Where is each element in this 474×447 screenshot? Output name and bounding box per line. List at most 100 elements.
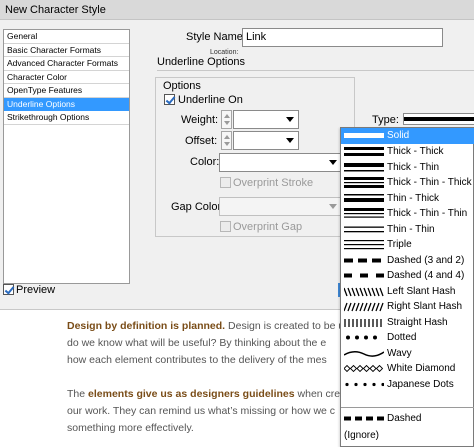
article-bold-text: elements give us as designers guidelines — [88, 388, 295, 400]
wavy-line-icon — [344, 350, 384, 357]
type-option-solid[interactable]: Solid — [341, 128, 474, 144]
left-slant-hash-icon — [344, 287, 384, 296]
type-option-dashed[interactable]: Dashed — [341, 411, 474, 427]
type-option-label: Thick - Thin — [387, 161, 440, 173]
category-item-strikethrough-options[interactable]: Strikethrough Options — [4, 111, 129, 125]
thin-thin-icon — [344, 226, 384, 232]
type-option-thick-thin[interactable]: Thick - Thin — [341, 160, 474, 176]
type-option-thin-thin[interactable]: Thin - Thin — [341, 222, 474, 238]
chevron-down-icon — [286, 117, 294, 122]
type-option-wavy[interactable]: Wavy — [341, 346, 474, 362]
category-item-advanced-character-formats[interactable]: Advanced Character Formats — [4, 57, 129, 71]
options-title: Options — [163, 80, 201, 92]
type-option-label: Thick - Thin - Thin — [387, 208, 468, 219]
underline-on-checkbox[interactable] — [164, 94, 175, 105]
article-line: our work. They can remind us what’s miss… — [67, 405, 336, 417]
type-option-label: Left Slant Hash — [387, 285, 456, 297]
color-label: Color: — [190, 156, 220, 168]
type-option-label: Japanese Dots — [387, 378, 454, 390]
type-option-thick-thin-thick[interactable]: Thick - Thin - Thick — [341, 175, 474, 191]
type-dropdown-list[interactable]: Solid Thick - Thick Thick - Thin Thick -… — [340, 127, 474, 447]
type-option-thick-thin-thin[interactable]: Thick - Thin - Thin — [341, 206, 474, 222]
type-option-label: Thick - Thick — [387, 146, 444, 157]
color-combo[interactable] — [219, 153, 342, 172]
offset-combo[interactable] — [233, 131, 299, 150]
article-bold-text: Design by definition is planned. — [67, 320, 226, 332]
triple-line-icon — [344, 240, 384, 250]
thick-thick-icon — [344, 147, 384, 156]
straight-hash-icon — [344, 318, 382, 327]
type-option-thick-thick[interactable]: Thick - Thick — [341, 144, 474, 160]
article-text-span: Design is created to be u — [225, 320, 345, 332]
category-item-underline-options[interactable]: Underline Options — [4, 97, 129, 111]
offset-label: Offset: — [185, 135, 218, 147]
category-item-basic-character-formats[interactable]: Basic Character Formats — [4, 44, 129, 57]
preview-checkbox[interactable] — [3, 284, 14, 295]
article-text-span: The — [67, 388, 89, 400]
type-option-label: Thick - Thin - Thick — [387, 177, 472, 188]
gap-color-combo[interactable] — [219, 197, 342, 216]
type-option-dotted[interactable]: Dotted — [341, 330, 474, 346]
type-option-white-diamond[interactable]: White Diamond — [341, 361, 474, 377]
article-line: do we know what will be useful? By think… — [67, 337, 327, 349]
type-option-label: Dashed (3 and 2) — [387, 254, 465, 266]
dashed-3-2-icon — [344, 258, 384, 262]
overprint-gap-label: Overprint Gap — [233, 221, 303, 233]
type-option-label: Right Slant Hash — [387, 301, 463, 312]
thick-thin-icon — [344, 162, 384, 171]
type-option-dashed-3-2[interactable]: Dashed (3 and 2) — [341, 253, 474, 269]
type-option-blank[interactable] — [341, 392, 474, 408]
thick-thin-thick-icon — [344, 177, 384, 188]
white-diamond-icon — [344, 364, 384, 373]
type-label: Type: — [372, 114, 399, 126]
overprint-stroke-checkbox[interactable] — [220, 177, 231, 188]
category-list[interactable]: General Basic Character Formats Advanced… — [3, 29, 130, 284]
article-line: how each element contributes to the deli… — [67, 354, 327, 366]
article-line: something more effectively. — [67, 422, 194, 434]
preview-label: Preview — [16, 284, 56, 296]
weight-label: Weight: — [181, 114, 219, 126]
type-option-label: Straight Hash — [387, 316, 448, 328]
weight-combo[interactable] — [233, 110, 299, 129]
type-option-label: White Diamond — [387, 363, 456, 374]
type-selected-swatch[interactable] — [403, 113, 474, 125]
type-option-label: Thin - Thin — [387, 223, 435, 235]
type-option-label: Triple — [387, 239, 412, 250]
style-name-label: Style Name: — [186, 31, 246, 43]
location-label: Location: — [210, 49, 239, 56]
type-option-triple[interactable]: Triple — [341, 237, 474, 253]
section-divider — [157, 70, 474, 71]
dotted-line-icon — [346, 335, 377, 340]
type-option-label: Wavy — [387, 347, 412, 359]
solid-line-icon — [344, 133, 384, 138]
type-option-ignore[interactable]: (Ignore) — [341, 428, 474, 444]
type-option-label: Dashed (4 and 4) — [387, 270, 465, 281]
type-option-label: Solid — [387, 130, 410, 141]
dashed-line-icon — [344, 416, 384, 421]
type-option-straight-hash[interactable]: Straight Hash — [341, 315, 474, 331]
type-option-japanese-dots[interactable]: Japanese Dots — [341, 377, 474, 393]
thick-thin-thin-icon — [344, 208, 384, 218]
offset-spinner[interactable] — [221, 131, 232, 150]
right-slant-hash-icon — [344, 302, 384, 312]
style-name-input[interactable]: Link — [242, 28, 443, 47]
type-option-label: Dashed — [387, 413, 422, 424]
type-option-left-slant-hash[interactable]: Left Slant Hash — [341, 284, 474, 300]
category-item-general[interactable]: General — [4, 30, 129, 44]
weight-spinner[interactable] — [221, 110, 232, 129]
window-title: New Character Style — [5, 4, 106, 16]
gap-color-label: Gap Color: — [171, 201, 225, 213]
dashed-4-4-icon — [344, 273, 384, 278]
category-item-character-color[interactable]: Character Color — [4, 71, 129, 84]
title-bar: New Character Style — [0, 0, 474, 20]
section-title: Underline Options — [157, 56, 246, 68]
type-option-right-slant-hash[interactable]: Right Slant Hash — [341, 299, 474, 315]
article-text: Design by definition is planned. Design … — [67, 318, 367, 437]
thin-thick-icon — [344, 193, 384, 202]
underline-on-label: Underline On — [178, 94, 243, 106]
type-option-thin-thick[interactable]: Thin - Thick — [341, 191, 474, 207]
type-option-label: Thin - Thick — [387, 192, 440, 204]
category-item-opentype-features[interactable]: OpenType Features — [4, 84, 129, 98]
overprint-gap-checkbox[interactable] — [220, 221, 231, 232]
type-option-dashed-4-4[interactable]: Dashed (4 and 4) — [341, 268, 474, 284]
